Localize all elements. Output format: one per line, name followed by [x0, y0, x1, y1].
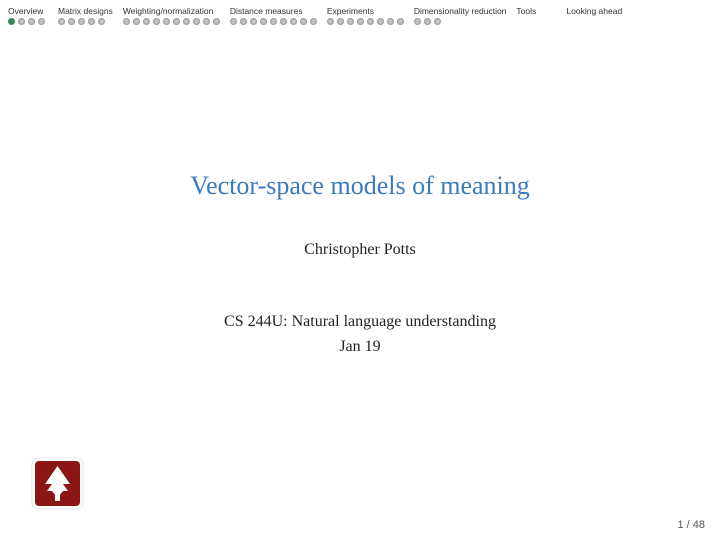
nav-section-distance[interactable]: Distance measures	[230, 6, 317, 25]
dot[interactable]	[250, 18, 257, 25]
dot[interactable]	[143, 18, 150, 25]
slide-title: Vector-space models of meaning	[190, 171, 530, 201]
slide: Overview Matrix designs Weighting/normal…	[0, 0, 720, 541]
dot[interactable]	[203, 18, 210, 25]
dot[interactable]	[367, 18, 374, 25]
nav-label-distance: Distance measures	[230, 6, 303, 16]
dot[interactable]	[414, 18, 421, 25]
nav-dots-overview	[8, 18, 45, 25]
dot[interactable]	[213, 18, 220, 25]
dot[interactable]	[78, 18, 85, 25]
nav-dots-distance	[230, 18, 317, 25]
dot[interactable]	[377, 18, 384, 25]
dot[interactable]	[240, 18, 247, 25]
slide-author: Christopher Potts	[304, 241, 416, 259]
nav-section-looking-ahead[interactable]: Looking ahead	[566, 6, 622, 18]
nav-section-matrix[interactable]: Matrix designs	[58, 6, 113, 25]
dot[interactable]	[230, 18, 237, 25]
nav-section-overview[interactable]: Overview	[8, 6, 48, 25]
dot[interactable]	[270, 18, 277, 25]
dot[interactable]	[8, 18, 15, 25]
dot[interactable]	[260, 18, 267, 25]
nav-label-overview: Overview	[8, 6, 43, 16]
nav-label-matrix: Matrix designs	[58, 6, 113, 16]
dot[interactable]	[193, 18, 200, 25]
nav-section-experiments[interactable]: Experiments	[327, 6, 404, 25]
dot[interactable]	[58, 18, 65, 25]
dot[interactable]	[300, 18, 307, 25]
dot[interactable]	[347, 18, 354, 25]
dot[interactable]	[133, 18, 140, 25]
dot[interactable]	[173, 18, 180, 25]
nav-dots-experiments	[327, 18, 404, 25]
nav-section-dimreduction[interactable]: Dimensionality reduction	[414, 6, 507, 25]
dot[interactable]	[38, 18, 45, 25]
dot[interactable]	[310, 18, 317, 25]
dot[interactable]	[88, 18, 95, 25]
nav-bar: Overview Matrix designs Weighting/normal…	[0, 0, 720, 29]
dot[interactable]	[387, 18, 394, 25]
nav-dots-matrix	[58, 18, 105, 25]
nav-label-experiments: Experiments	[327, 6, 374, 16]
nav-section-weighting[interactable]: Weighting/normalization	[123, 6, 220, 25]
dot[interactable]	[98, 18, 105, 25]
course-info: CS 244U: Natural language understanding …	[224, 309, 496, 360]
nav-dots-weighting	[123, 18, 220, 25]
dot[interactable]	[280, 18, 287, 25]
dot[interactable]	[357, 18, 364, 25]
dot[interactable]	[123, 18, 130, 25]
course-line2: Jan 19	[339, 338, 380, 355]
dot[interactable]	[28, 18, 35, 25]
dot[interactable]	[290, 18, 297, 25]
dot[interactable]	[153, 18, 160, 25]
dot[interactable]	[68, 18, 75, 25]
main-content: Vector-space models of meaning Christoph…	[0, 29, 720, 541]
page-number: 1 / 48	[677, 519, 705, 531]
dot[interactable]	[424, 18, 431, 25]
nav-label-dimreduction: Dimensionality reduction	[414, 6, 507, 16]
stanford-logo	[30, 456, 85, 511]
dot[interactable]	[397, 18, 404, 25]
dot[interactable]	[18, 18, 25, 25]
dot[interactable]	[163, 18, 170, 25]
nav-label-tools: Tools	[516, 6, 536, 16]
dot[interactable]	[183, 18, 190, 25]
nav-label-weighting: Weighting/normalization	[123, 6, 214, 16]
course-line1: CS 244U: Natural language understanding	[224, 313, 496, 330]
dot[interactable]	[337, 18, 344, 25]
nav-dots-dimreduction	[414, 18, 441, 25]
dot[interactable]	[434, 18, 441, 25]
nav-section-tools[interactable]: Tools	[516, 6, 556, 18]
dot[interactable]	[327, 18, 334, 25]
nav-label-looking-ahead: Looking ahead	[566, 6, 622, 16]
